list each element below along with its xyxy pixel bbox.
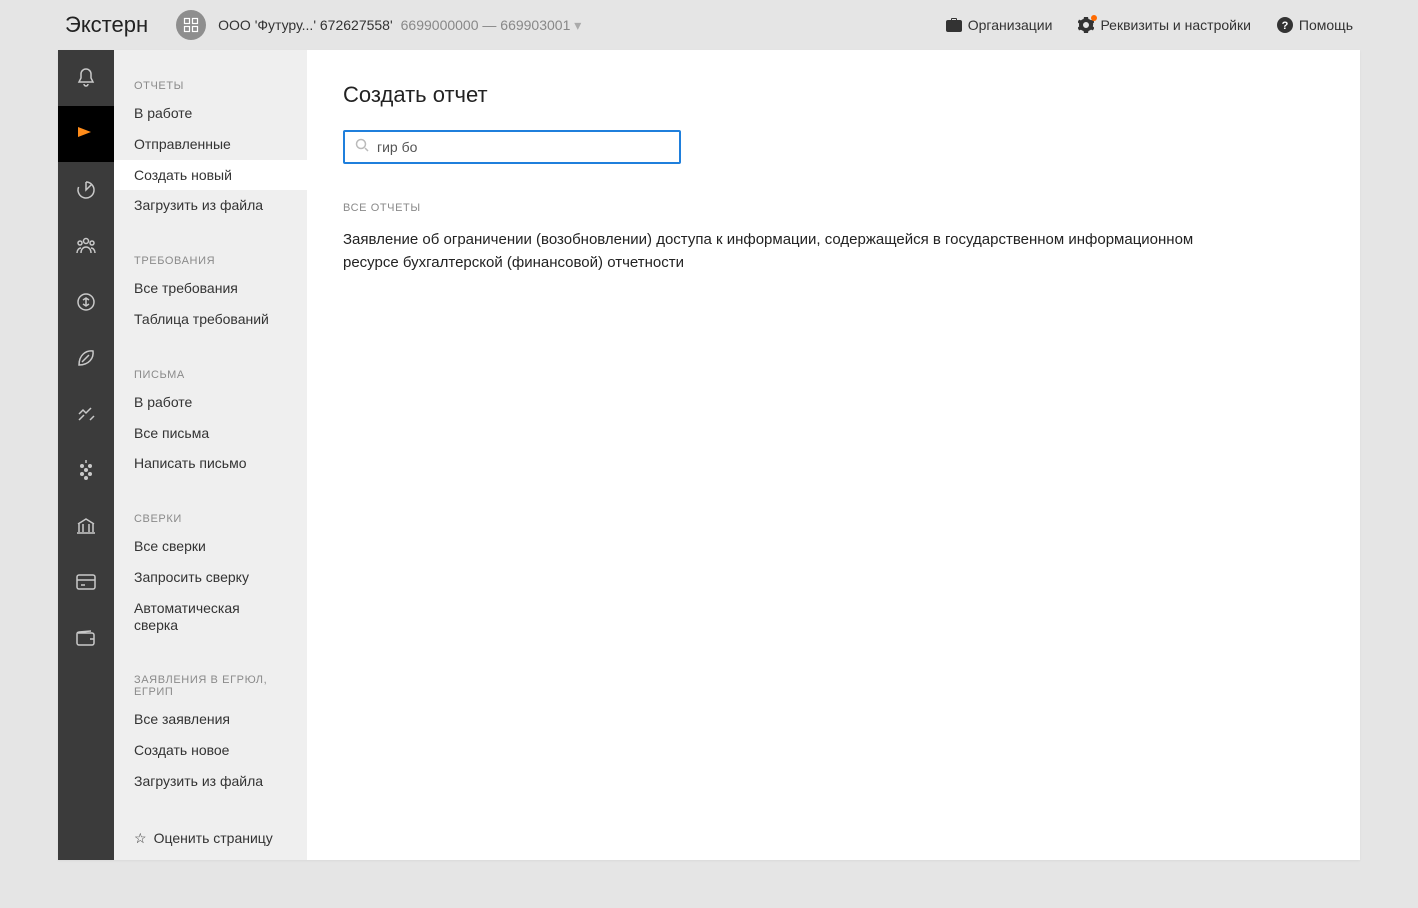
sidebar-item-auto-recon[interactable]: Автоматическая сверка (114, 593, 307, 641)
page-title: Создать отчет (343, 82, 1324, 108)
sidebar-item-sent[interactable]: Отправленные (114, 129, 307, 160)
rail-analytics[interactable] (58, 162, 114, 218)
sidebar-header: ПИСЬМА (114, 361, 307, 387)
help-link[interactable]: ? Помощь (1277, 17, 1353, 33)
sidebar-item-upload-application[interactable]: Загрузить из файла (114, 766, 307, 797)
app-logo: Экстерн (65, 12, 148, 38)
sidebar-section-reports: ОТЧЕТЫ В работе Отправленные Создать нов… (114, 72, 307, 221)
rail-tools[interactable] (58, 386, 114, 442)
main-content: Создать отчет ВСЕ ОТЧЕТЫ Заявление об ог… (307, 50, 1360, 860)
search-field-wrapper[interactable] (343, 130, 681, 164)
rail-coin[interactable] (58, 274, 114, 330)
sidebar-item-letters-in-work[interactable]: В работе (114, 387, 307, 418)
svg-text:?: ? (1282, 20, 1289, 32)
notification-dot (1091, 15, 1097, 21)
app-shell: ОТЧЕТЫ В работе Отправленные Создать нов… (58, 50, 1360, 860)
help-label: Помощь (1299, 17, 1353, 33)
chevron-down-icon: ▾ (574, 17, 581, 33)
nav-rail (58, 50, 114, 860)
briefcase-icon (946, 18, 962, 32)
sidebar-item-all-recon[interactable]: Все сверки (114, 531, 307, 562)
sidebar-header: ОТЧЕТЫ (114, 72, 307, 98)
org-switcher-icon[interactable] (176, 10, 206, 40)
rail-notifications[interactable] (58, 50, 114, 106)
org-codes-dropdown[interactable]: 6699000000 — 669903001 ▾ (401, 17, 582, 34)
sidebar-header: ТРЕБОВАНИЯ (114, 247, 307, 273)
sidebar-header: ЗАЯВЛЕНИЯ В ЕГРЮЛ, ЕГРИП (114, 666, 307, 704)
organizations-label: Организации (968, 17, 1053, 33)
rail-institution[interactable] (58, 498, 114, 554)
rate-page-label: Оценить страницу (154, 830, 273, 846)
org-name[interactable]: ООО 'Футуру...' 672627558' (218, 17, 393, 33)
sidebar-item-all-requirements[interactable]: Все требования (114, 273, 307, 304)
org-codes-text: 6699000000 — 669903001 (401, 17, 571, 33)
star-icon: ☆ (134, 830, 147, 847)
sidebar-section-requirements: ТРЕБОВАНИЯ Все требования Таблица требов… (114, 247, 307, 335)
sidebar-section-applications: ЗАЯВЛЕНИЯ В ЕГРЮЛ, ЕГРИП Все заявления С… (114, 666, 307, 796)
top-bar: Экстерн ООО 'Футуру...' 672627558' 66990… (0, 0, 1418, 50)
sidebar-section-letters: ПИСЬМА В работе Все письма Написать пись… (114, 361, 307, 479)
search-result-item[interactable]: Заявление об ограничении (возобновлении)… (343, 228, 1223, 275)
sidebar-item-create-new[interactable]: Создать новый (114, 160, 307, 191)
rail-people[interactable] (58, 218, 114, 274)
organizations-link[interactable]: Организации (946, 17, 1053, 33)
sidebar-section-reconciliations: СВЕРКИ Все сверки Запросить сверку Автом… (114, 505, 307, 640)
rail-card[interactable] (58, 554, 114, 610)
settings-link[interactable]: Реквизиты и настройки (1078, 17, 1250, 33)
sidebar-item-request-recon[interactable]: Запросить сверку (114, 562, 307, 593)
rate-page-button[interactable]: ☆ Оценить страницу (114, 823, 307, 854)
sidebar-header: СВЕРКИ (114, 505, 307, 531)
sidebar-item-upload[interactable]: Загрузить из файла (114, 190, 307, 221)
rail-reports[interactable] (58, 106, 114, 162)
rail-grapes[interactable] (58, 442, 114, 498)
sidebar-item-requirements-table[interactable]: Таблица требований (114, 304, 307, 335)
rail-leaf[interactable] (58, 330, 114, 386)
sidebar-item-create-application[interactable]: Создать новое (114, 735, 307, 766)
sidebar-item-in-work[interactable]: В работе (114, 98, 307, 129)
help-icon: ? (1277, 17, 1293, 33)
sidebar-item-all-applications[interactable]: Все заявления (114, 704, 307, 735)
search-icon (355, 138, 369, 157)
sidebar-item-write-letter[interactable]: Написать письмо (114, 448, 307, 479)
sidebar: ОТЧЕТЫ В работе Отправленные Создать нов… (114, 50, 307, 860)
settings-label: Реквизиты и настройки (1100, 17, 1250, 33)
search-input[interactable] (377, 139, 669, 155)
gear-icon (1078, 17, 1094, 33)
rail-wallet[interactable] (58, 610, 114, 666)
sidebar-item-all-letters[interactable]: Все письма (114, 418, 307, 449)
results-section-label: ВСЕ ОТЧЕТЫ (343, 202, 1324, 214)
